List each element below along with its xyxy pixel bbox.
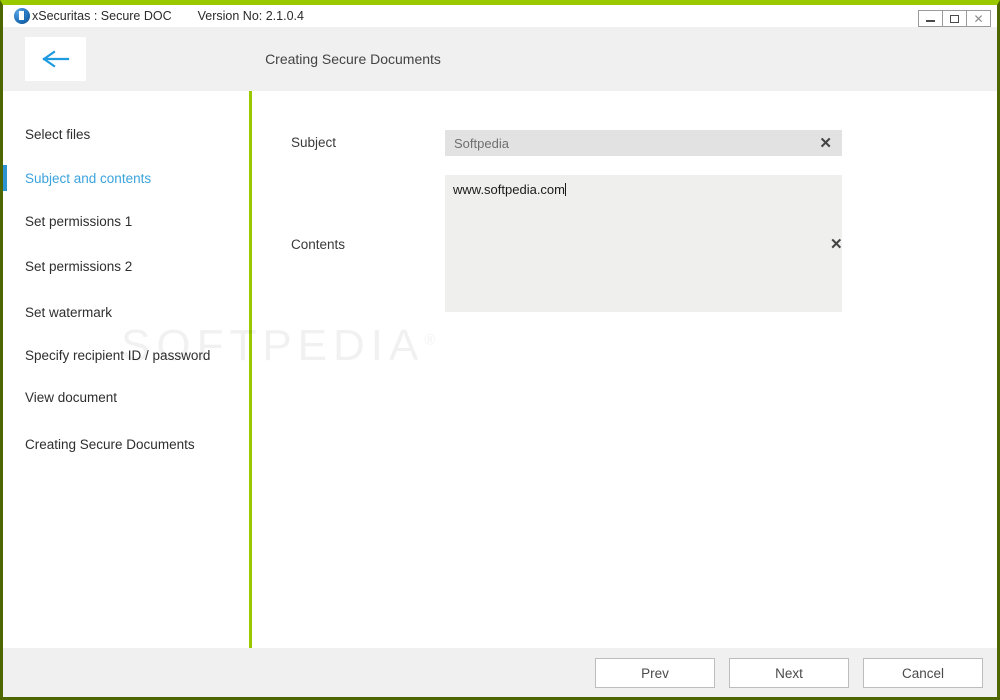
sidebar-item-label: Select files bbox=[25, 126, 91, 142]
active-indicator bbox=[3, 342, 7, 368]
application-window: xSecuritas : Secure DOC Version No: 2.1.… bbox=[0, 0, 1000, 700]
contents-value-wrap: www.softpedia.com bbox=[453, 182, 566, 197]
sidebar-item-label: Set permissions 2 bbox=[25, 258, 133, 274]
sidebar-item-specify-recipient[interactable]: Specify recipient ID / password bbox=[3, 342, 249, 368]
sidebar-item-set-permissions-2[interactable]: Set permissions 2 bbox=[3, 253, 249, 279]
contents-value: www.softpedia.com bbox=[453, 182, 565, 197]
active-indicator bbox=[3, 208, 7, 234]
sidebar-item-label: Subject and contents bbox=[25, 170, 152, 186]
body-area: Select files Subject and contents Set pe… bbox=[3, 91, 997, 648]
version-label: Version No: 2.1.0.4 bbox=[197, 9, 304, 23]
sidebar-item-label: Set watermark bbox=[25, 304, 113, 320]
sidebar-item-set-permissions-1[interactable]: Set permissions 1 bbox=[3, 208, 249, 234]
subject-input[interactable]: Softpedia ✕ bbox=[445, 130, 842, 156]
active-indicator bbox=[3, 165, 7, 191]
active-indicator bbox=[3, 299, 7, 325]
close-button[interactable]: ✕ bbox=[966, 10, 991, 27]
active-indicator bbox=[3, 431, 7, 457]
sidebar-item-subject-and-contents[interactable]: Subject and contents bbox=[3, 165, 249, 191]
cancel-button[interactable]: Cancel bbox=[863, 658, 983, 688]
maximize-icon bbox=[950, 14, 959, 23]
subject-label: Subject bbox=[291, 135, 337, 150]
minimize-icon bbox=[926, 19, 935, 22]
contents-label: Contents bbox=[291, 237, 346, 252]
window-controls: ✕ bbox=[918, 10, 991, 27]
window-title: xSecuritas : Secure DOC bbox=[32, 9, 172, 23]
contents-clear-icon[interactable]: ✕ bbox=[830, 237, 843, 252]
contents-textarea[interactable]: www.softpedia.com bbox=[445, 175, 842, 312]
footer-bar: Prev Next Cancel bbox=[3, 648, 997, 697]
subject-value: Softpedia bbox=[454, 135, 509, 151]
prev-button[interactable]: Prev bbox=[595, 658, 715, 688]
text-cursor bbox=[565, 183, 566, 196]
footer-buttons: Prev Next Cancel bbox=[595, 658, 983, 688]
minimize-button[interactable] bbox=[918, 10, 943, 27]
active-indicator bbox=[3, 121, 7, 147]
active-indicator bbox=[3, 253, 7, 279]
sidebar-item-select-files[interactable]: Select files bbox=[3, 121, 249, 147]
page-title: Creating Secure Documents bbox=[265, 51, 441, 67]
sidebar: Select files Subject and contents Set pe… bbox=[3, 91, 249, 648]
content-panel: Subject Softpedia ✕ Contents www.softped… bbox=[252, 91, 997, 648]
close-icon: ✕ bbox=[973, 11, 984, 26]
app-logo-icon bbox=[14, 8, 30, 24]
maximize-button[interactable] bbox=[942, 10, 967, 27]
sidebar-item-label: Specify recipient ID / password bbox=[25, 347, 211, 363]
sidebar-item-label: View document bbox=[25, 389, 118, 405]
sidebar-item-set-watermark[interactable]: Set watermark bbox=[3, 299, 249, 325]
next-button[interactable]: Next bbox=[729, 658, 849, 688]
sidebar-item-label: Creating Secure Documents bbox=[25, 436, 195, 452]
header-band: Creating Secure Documents bbox=[3, 27, 997, 91]
title-bar: xSecuritas : Secure DOC Version No: 2.1.… bbox=[3, 5, 997, 27]
active-indicator bbox=[3, 384, 7, 410]
subject-clear-icon[interactable]: ✕ bbox=[819, 136, 832, 151]
sidebar-item-label: Set permissions 1 bbox=[25, 213, 133, 229]
sidebar-item-creating-secure-documents[interactable]: Creating Secure Documents bbox=[3, 431, 249, 457]
sidebar-item-view-document[interactable]: View document bbox=[3, 384, 249, 410]
